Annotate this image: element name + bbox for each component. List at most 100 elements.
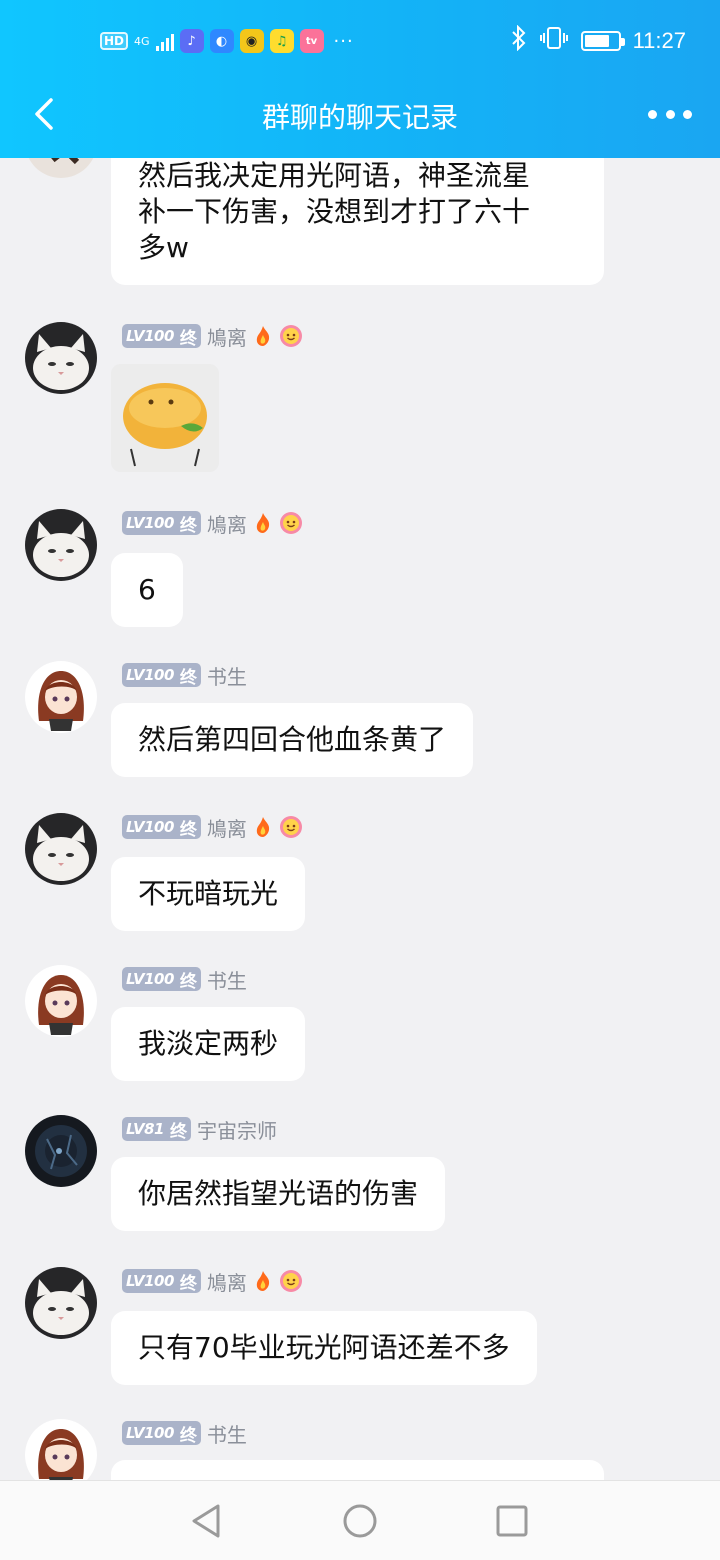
level-badge: LV100 终 bbox=[122, 511, 201, 536]
cat-avatar-icon bbox=[25, 1267, 97, 1339]
system-nav-bar bbox=[0, 1480, 720, 1560]
square-recents-icon bbox=[496, 1505, 528, 1537]
network-type: 4G bbox=[134, 34, 150, 48]
message-bubble[interactable]: 你居然指望光语的伤害 bbox=[111, 1157, 446, 1231]
anime-girl-avatar-icon bbox=[25, 661, 97, 733]
smile-flower-icon bbox=[279, 512, 302, 534]
avatar[interactable] bbox=[25, 1115, 97, 1187]
status-left: HD 4G ♪ ◐ ◉ ♫ tv ··· bbox=[100, 26, 354, 56]
sender-meta: LV100 终 书生 bbox=[122, 965, 247, 993]
message-bubble[interactable]: 只有70毕业玩光阿语还差不多 bbox=[111, 1311, 537, 1385]
level-badge: LV100 终 bbox=[122, 1421, 201, 1446]
battery-icon bbox=[580, 31, 625, 51]
hd-badge: HD bbox=[100, 32, 129, 50]
message-bubble[interactable] bbox=[111, 1460, 604, 1480]
level-badge: LV100 终 bbox=[122, 663, 201, 688]
fire-icon bbox=[256, 1271, 270, 1291]
fire-icon bbox=[256, 513, 270, 533]
sender-name[interactable]: 书生 bbox=[207, 1419, 247, 1448]
signal-icon bbox=[155, 31, 174, 51]
chat-history[interactable]: 然后我决定用光阿语，神圣流星 补一下伤害，没想到才打了六十 多w LV100 终 … bbox=[0, 158, 720, 1480]
vibrate-icon bbox=[539, 26, 569, 56]
clock: 11:27 bbox=[632, 28, 686, 53]
anime-girl-avatar-icon bbox=[25, 965, 97, 1037]
sender-meta: LV100 终 书生 bbox=[122, 661, 247, 689]
status-bar: HD 4G ♪ ◐ ◉ ♫ tv ··· 11:27 bbox=[0, 0, 720, 84]
nav-recents-button[interactable] bbox=[492, 1501, 532, 1541]
sender-meta: LV100 终 书生 bbox=[122, 1419, 247, 1447]
message-line: 补一下伤害，没想到才打了六十 bbox=[138, 195, 531, 228]
cat-avatar-icon bbox=[25, 509, 97, 581]
sender-name[interactable]: 书生 bbox=[207, 661, 247, 690]
more-notifications-icon: ··· bbox=[333, 30, 354, 52]
message-bubble[interactable]: 然后第四回合他血条黄了 bbox=[111, 703, 474, 777]
sticker-image[interactable] bbox=[111, 364, 219, 472]
smile-flower-icon bbox=[279, 816, 302, 838]
message-bubble[interactable]: 不玩暗玩光 bbox=[111, 857, 306, 931]
bilibili-app-icon: tv bbox=[299, 29, 324, 53]
cat-avatar-icon bbox=[25, 813, 97, 885]
app-header: HD 4G ♪ ◐ ◉ ♫ tv ··· 11:27 群聊的聊天记录 bbox=[0, 0, 720, 158]
level-badge: LV100 终 bbox=[122, 324, 201, 349]
sender-name[interactable]: 鳩离 bbox=[207, 509, 247, 538]
avatar[interactable] bbox=[25, 661, 97, 733]
sender-name[interactable]: 宇宙宗师 bbox=[197, 1115, 277, 1144]
sender-meta: LV100 终 鳩离 bbox=[122, 1267, 303, 1295]
message-line: 然后我决定用光阿语，神圣流星 bbox=[138, 159, 531, 192]
message-bubble[interactable]: 6 bbox=[111, 553, 183, 627]
qqmusic-app-icon: ♫ bbox=[269, 29, 294, 53]
avatar[interactable] bbox=[25, 1419, 97, 1480]
anime-girl-avatar-icon bbox=[25, 1419, 97, 1480]
circle-home-icon bbox=[343, 1504, 377, 1538]
sender-meta: LV100 终 鳩离 bbox=[122, 509, 303, 537]
nav-back-button[interactable] bbox=[186, 1501, 226, 1541]
sender-name[interactable]: 书生 bbox=[207, 965, 247, 994]
avatar[interactable] bbox=[25, 965, 97, 1037]
browser-app-icon: ◐ bbox=[209, 29, 234, 53]
fire-icon bbox=[256, 326, 270, 346]
smile-flower-icon bbox=[279, 1270, 302, 1292]
page-title: 群聊的聊天记录 bbox=[261, 101, 458, 134]
level-badge: LV81 终 bbox=[122, 1117, 191, 1142]
cosmic-avatar-icon bbox=[25, 1115, 97, 1187]
level-badge: LV100 终 bbox=[122, 815, 201, 840]
avatar-dark-icon bbox=[25, 158, 97, 178]
title-bar: 群聊的聊天记录 bbox=[0, 84, 720, 158]
smile-face-sticker-icon bbox=[111, 364, 219, 472]
more-options-button[interactable] bbox=[648, 100, 692, 128]
dot-icon bbox=[665, 109, 675, 119]
dot-icon bbox=[683, 109, 692, 119]
message-text: 不玩暗玩光 bbox=[138, 877, 279, 910]
nav-home-button[interactable] bbox=[340, 1501, 380, 1541]
message-text: 你居然指望光语的伤害 bbox=[138, 1177, 419, 1210]
sender-meta: LV81 终 宇宙宗师 bbox=[122, 1115, 277, 1143]
avatar[interactable] bbox=[25, 813, 97, 885]
cat-avatar-icon bbox=[25, 322, 97, 394]
music-app-icon: ♪ bbox=[179, 29, 204, 53]
message-bubble[interactable]: 我淡定两秒 bbox=[111, 1007, 306, 1081]
bluetooth-icon bbox=[511, 24, 527, 57]
message-text: 我淡定两秒 bbox=[138, 1027, 279, 1060]
triangle-back-icon bbox=[192, 1504, 220, 1538]
level-badge: LV100 终 bbox=[122, 967, 201, 992]
message-text: 然后第四回合他血条黄了 bbox=[138, 723, 447, 756]
message-line: 多w bbox=[138, 231, 189, 264]
sender-name[interactable]: 鳩离 bbox=[207, 1267, 247, 1296]
sender-name[interactable]: 鳩离 bbox=[207, 813, 247, 842]
avatar[interactable] bbox=[25, 158, 97, 178]
message-text: 6 bbox=[138, 573, 156, 606]
status-right: 11:27 bbox=[511, 24, 686, 57]
avatar[interactable] bbox=[25, 1267, 97, 1339]
fire-icon bbox=[256, 817, 270, 837]
message-bubble[interactable]: 然后我决定用光阿语，神圣流星 补一下伤害，没想到才打了六十 多w bbox=[111, 158, 604, 285]
sender-meta: LV100 终 鳩离 bbox=[122, 322, 303, 350]
message-text: 只有70毕业玩光阿语还差不多 bbox=[138, 1331, 510, 1364]
sender-name[interactable]: 鳩离 bbox=[207, 322, 247, 351]
sender-meta: LV100 终 鳩离 bbox=[122, 813, 303, 841]
avatar[interactable] bbox=[25, 322, 97, 394]
smile-flower-icon bbox=[279, 325, 302, 347]
avatar[interactable] bbox=[25, 509, 97, 581]
level-badge: LV100 终 bbox=[122, 1269, 201, 1294]
qq-app-icon: ◉ bbox=[239, 29, 264, 53]
dot-icon bbox=[648, 109, 657, 119]
